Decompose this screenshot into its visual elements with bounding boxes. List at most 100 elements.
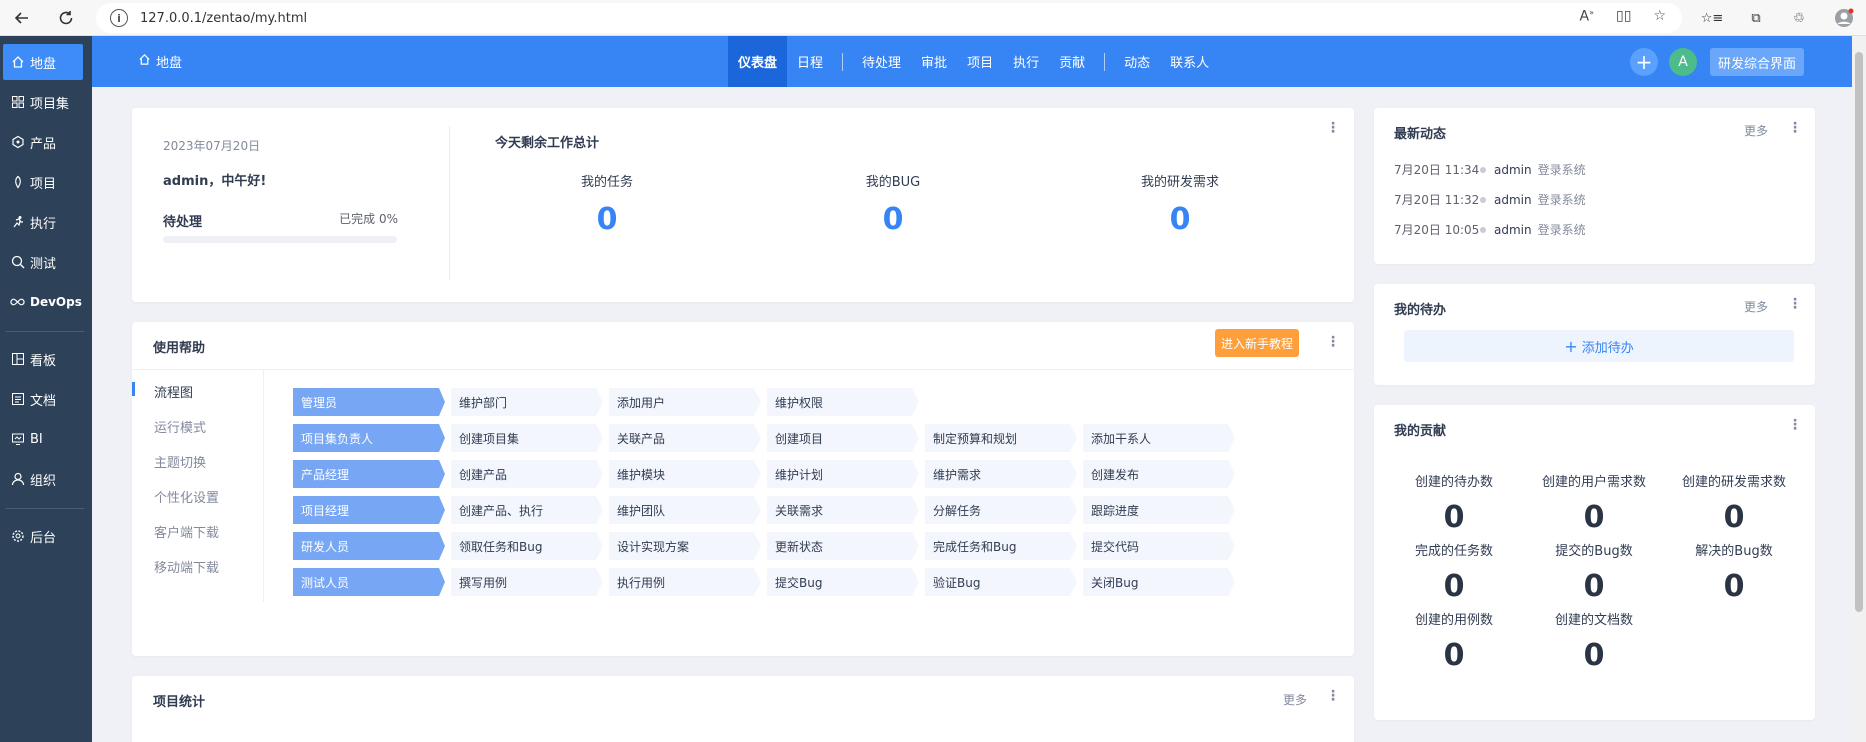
flow-step[interactable]: 验证Bug xyxy=(925,568,1077,596)
sidebar-item-test[interactable]: 测试 xyxy=(0,244,92,280)
flow-step[interactable]: 提交Bug xyxy=(767,568,919,596)
tab-project[interactable]: 项目 xyxy=(957,36,1003,87)
stat-my-tasks[interactable]: 我的任务 0 xyxy=(527,171,687,237)
tab-review[interactable]: 审批 xyxy=(911,36,957,87)
contrib-bugs-submitted[interactable]: 提交的Bug数 0 xyxy=(1524,540,1664,604)
stat-my-stories[interactable]: 我的研发需求 0 xyxy=(1100,171,1260,237)
flow-step[interactable]: 维护权限 xyxy=(767,388,919,416)
info-icon[interactable]: i xyxy=(110,9,128,27)
back-icon[interactable] xyxy=(10,6,34,30)
activity-item[interactable]: 7月20日 11:32 admin 登录系统 xyxy=(1394,191,1586,208)
flow-step[interactable]: 关闭Bug xyxy=(1083,568,1235,596)
avatar[interactable]: A xyxy=(1669,48,1697,76)
flow-step[interactable]: 创建发布 xyxy=(1083,460,1235,488)
sidebar-item-doc[interactable]: 文档 xyxy=(0,381,92,417)
flow-step[interactable]: 维护计划 xyxy=(767,460,919,488)
flow-step[interactable]: 分解任务 xyxy=(925,496,1077,524)
flow-step[interactable]: 创建项目 xyxy=(767,424,919,452)
read-aloud-icon[interactable]: A» xyxy=(1580,8,1594,25)
activity-item[interactable]: 7月20日 10:05 admin 登录系统 xyxy=(1394,221,1586,238)
contrib-docs-created[interactable]: 创建的文档数 0 xyxy=(1524,609,1664,673)
flow-step[interactable]: 维护部门 xyxy=(451,388,603,416)
sidebar-item-org[interactable]: 组织 xyxy=(0,461,92,497)
more-link[interactable]: 更多 xyxy=(1283,691,1307,708)
activity-time: 7月20日 11:32 xyxy=(1394,191,1480,208)
tab-personalize[interactable]: 个性化设置 xyxy=(154,487,219,506)
flow-step[interactable]: 维护团队 xyxy=(609,496,761,524)
flow-step[interactable]: 制定预算和规划 xyxy=(925,424,1077,452)
address-bar[interactable]: i 127.0.0.1/zentao/my.html A» ▯▯ ☆ xyxy=(96,3,1682,33)
flow-step[interactable]: 提交代码 xyxy=(1083,532,1235,560)
reader-view-icon[interactable]: ▯▯ xyxy=(1616,8,1631,25)
flow-step[interactable]: 添加干系人 xyxy=(1083,424,1235,452)
sidebar-item-devops[interactable]: DevOps xyxy=(0,284,92,320)
flow-step[interactable]: 撰写用例 xyxy=(451,568,603,596)
flow-step[interactable]: 创建项目集 xyxy=(451,424,603,452)
tab-execution[interactable]: 执行 xyxy=(1003,36,1049,87)
tab-run-mode[interactable]: 运行模式 xyxy=(154,417,206,436)
flow-step[interactable]: 执行用例 xyxy=(609,568,761,596)
sidebar-item-my[interactable]: 地盘 xyxy=(3,44,83,80)
stat-label: 我的研发需求 xyxy=(1100,171,1260,190)
sidebar-item-bi[interactable]: BI xyxy=(0,421,92,457)
tab-theme[interactable]: 主题切换 xyxy=(154,452,206,471)
flow-step[interactable]: 关联产品 xyxy=(609,424,761,452)
flow-step[interactable]: 关联需求 xyxy=(767,496,919,524)
flow-step[interactable]: 维护需求 xyxy=(925,460,1077,488)
panel-menu-icon[interactable]: ⋮ xyxy=(1326,688,1340,704)
favorite-star-icon[interactable]: ☆ xyxy=(1653,8,1666,25)
flow-step[interactable]: 设计实现方案 xyxy=(609,532,761,560)
tab-contribution[interactable]: 贡献 xyxy=(1049,36,1095,87)
tab-dynamic[interactable]: 动态 xyxy=(1114,36,1160,87)
tab-pending[interactable]: 待处理 xyxy=(852,36,911,87)
page-scrollbar[interactable] xyxy=(1852,36,1866,742)
home-crumb[interactable]: 地盘 xyxy=(138,36,182,87)
contrib-dev-stories-created[interactable]: 创建的研发需求数 0 xyxy=(1664,471,1804,535)
tab-contacts[interactable]: 联系人 xyxy=(1160,36,1219,87)
panel-menu-icon[interactable]: ⋮ xyxy=(1326,120,1340,136)
collections-icon[interactable]: ⧉ xyxy=(1744,6,1768,30)
panel-menu-icon[interactable]: ⋮ xyxy=(1788,417,1802,433)
tab-flowchart[interactable]: 流程图 xyxy=(154,382,193,401)
contrib-tasks-finished[interactable]: 完成的任务数 0 xyxy=(1384,540,1524,604)
extensions-icon[interactable]: ♲ xyxy=(1787,6,1811,30)
flow-step[interactable]: 完成任务和Bug xyxy=(925,532,1077,560)
quick-create-button[interactable]: + xyxy=(1630,48,1658,76)
flow-step[interactable]: 维护模块 xyxy=(609,460,761,488)
flow-step[interactable]: 更新状态 xyxy=(767,532,919,560)
sidebar-item-admin[interactable]: 后台 xyxy=(0,518,92,554)
stat-my-bugs[interactable]: 我的BUG 0 xyxy=(813,171,973,237)
contrib-bugs-resolved[interactable]: 解决的Bug数 0 xyxy=(1664,540,1804,604)
panel-menu-icon[interactable]: ⋮ xyxy=(1788,120,1802,136)
flow-step[interactable]: 领取任务和Bug xyxy=(451,532,603,560)
contrib-user-stories-created[interactable]: 创建的用户需求数 0 xyxy=(1524,471,1664,535)
more-link[interactable]: 更多 xyxy=(1744,122,1768,139)
sidebar-item-kanban[interactable]: 看板 xyxy=(0,341,92,377)
tab-calendar[interactable]: 日程 xyxy=(787,36,833,87)
contrib-todos-created[interactable]: 创建的待办数 0 xyxy=(1384,471,1524,535)
flow-step[interactable]: 添加用户 xyxy=(609,388,761,416)
flow-step[interactable]: 跟踪进度 xyxy=(1083,496,1235,524)
sidebar-item-project[interactable]: 项目 xyxy=(0,164,92,200)
tab-client-download[interactable]: 客户端下载 xyxy=(154,522,219,541)
flow-step[interactable]: 创建产品、执行 xyxy=(451,496,603,524)
sidebar-item-product[interactable]: 产品 xyxy=(0,124,92,160)
panel-menu-icon[interactable]: ⋮ xyxy=(1788,296,1802,312)
tab-mobile-download[interactable]: 移动端下载 xyxy=(154,557,219,576)
profile-icon[interactable] xyxy=(1832,6,1856,30)
sidebar-item-execution[interactable]: 执行 xyxy=(0,204,92,240)
sidebar-item-program[interactable]: 项目集 xyxy=(0,84,92,120)
tab-dashboard[interactable]: 仪表盘 xyxy=(728,36,787,87)
panel-menu-icon[interactable]: ⋮ xyxy=(1326,334,1340,350)
tutorial-button[interactable]: 进入新手教程 xyxy=(1215,329,1299,357)
reload-icon[interactable] xyxy=(54,6,78,30)
flow-step[interactable]: 创建产品 xyxy=(451,460,603,488)
role-tester: 测试人员 xyxy=(293,568,445,596)
activity-item[interactable]: 7月20日 11:34 admin 登录系统 xyxy=(1394,161,1586,178)
scrollbar-thumb[interactable] xyxy=(1855,52,1863,612)
more-link[interactable]: 更多 xyxy=(1744,298,1768,315)
favorites-icon[interactable]: ☆≡ xyxy=(1700,6,1724,30)
switch-interface-button[interactable]: 研发综合界面 xyxy=(1710,48,1804,76)
add-todo-button[interactable]: + 添加待办 xyxy=(1404,330,1794,362)
contrib-cases-created[interactable]: 创建的用例数 0 xyxy=(1384,609,1524,673)
